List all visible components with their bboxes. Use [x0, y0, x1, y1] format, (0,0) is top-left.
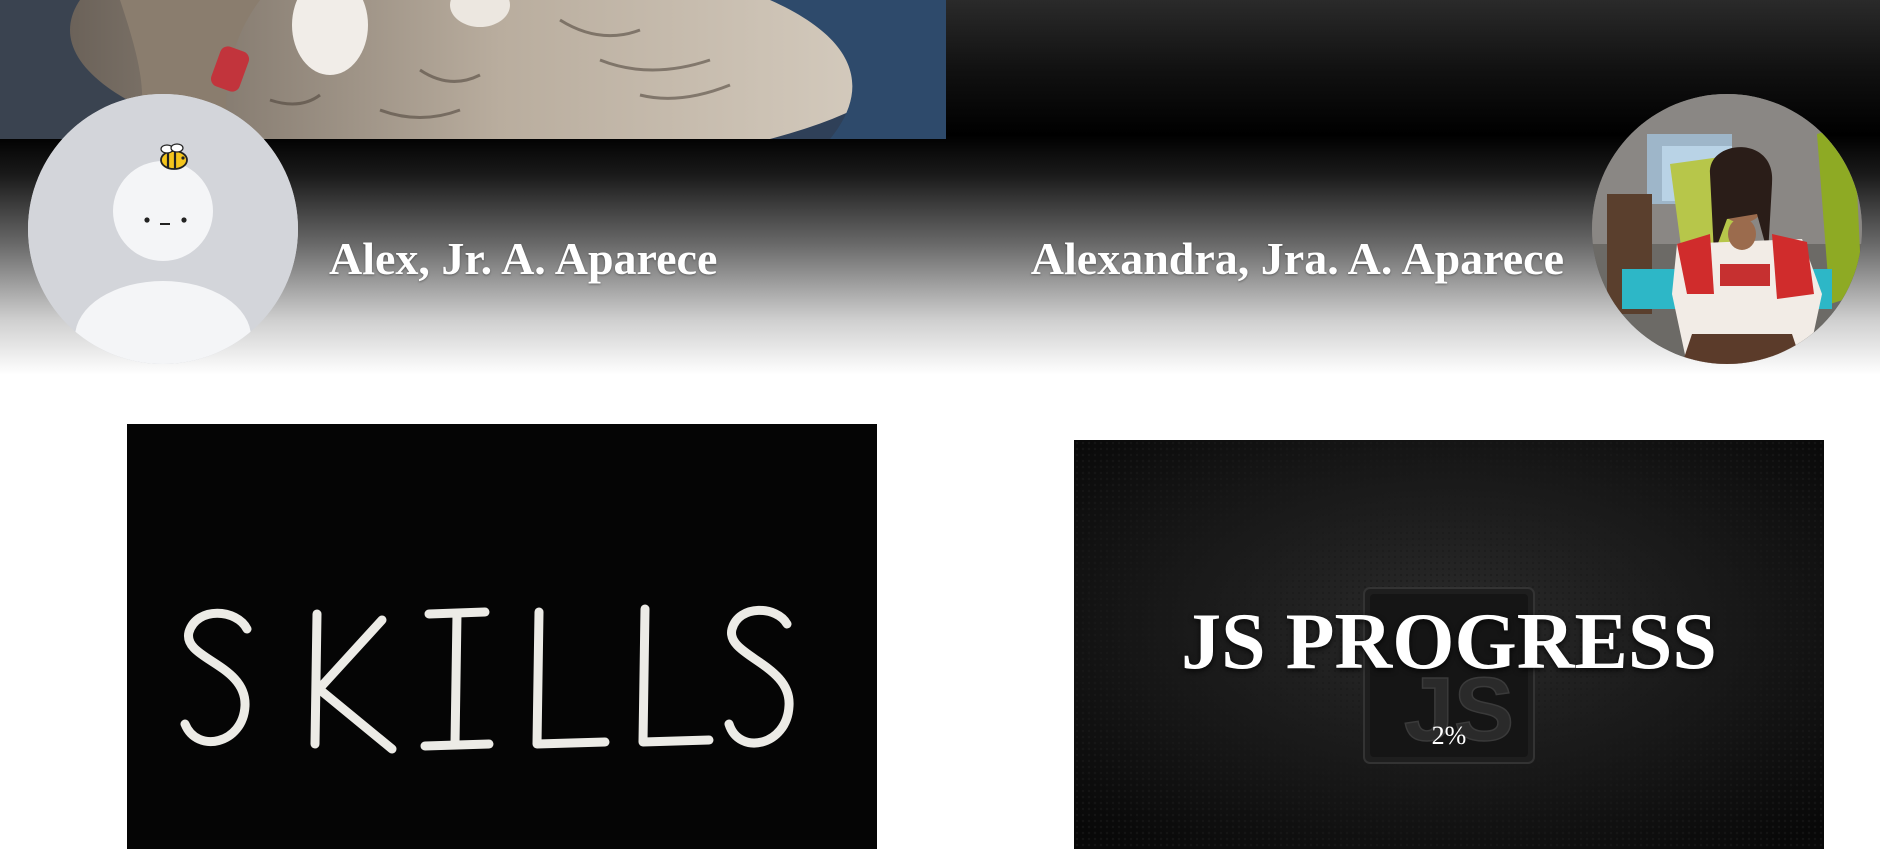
avatar-alexandra[interactable]: [1592, 94, 1862, 364]
avatar-alex[interactable]: [28, 94, 298, 364]
js-progress-card[interactable]: JS JS PROGRESS 2%: [1074, 440, 1824, 849]
skills-chalk-image: [127, 424, 877, 849]
skills-card[interactable]: [127, 424, 877, 849]
bee-icon: [160, 143, 188, 170]
profile-name-right[interactable]: Alexandra, Jra. A. Aparece: [1031, 232, 1564, 286]
js-progress-title: JS PROGRESS: [1181, 598, 1717, 686]
profile-name-left[interactable]: Alex, Jr. A. Aparece: [329, 232, 717, 286]
default-avatar-image: [28, 94, 298, 364]
avatar-photo: [1592, 94, 1862, 364]
js-progress-percent: 2%: [1431, 721, 1467, 750]
